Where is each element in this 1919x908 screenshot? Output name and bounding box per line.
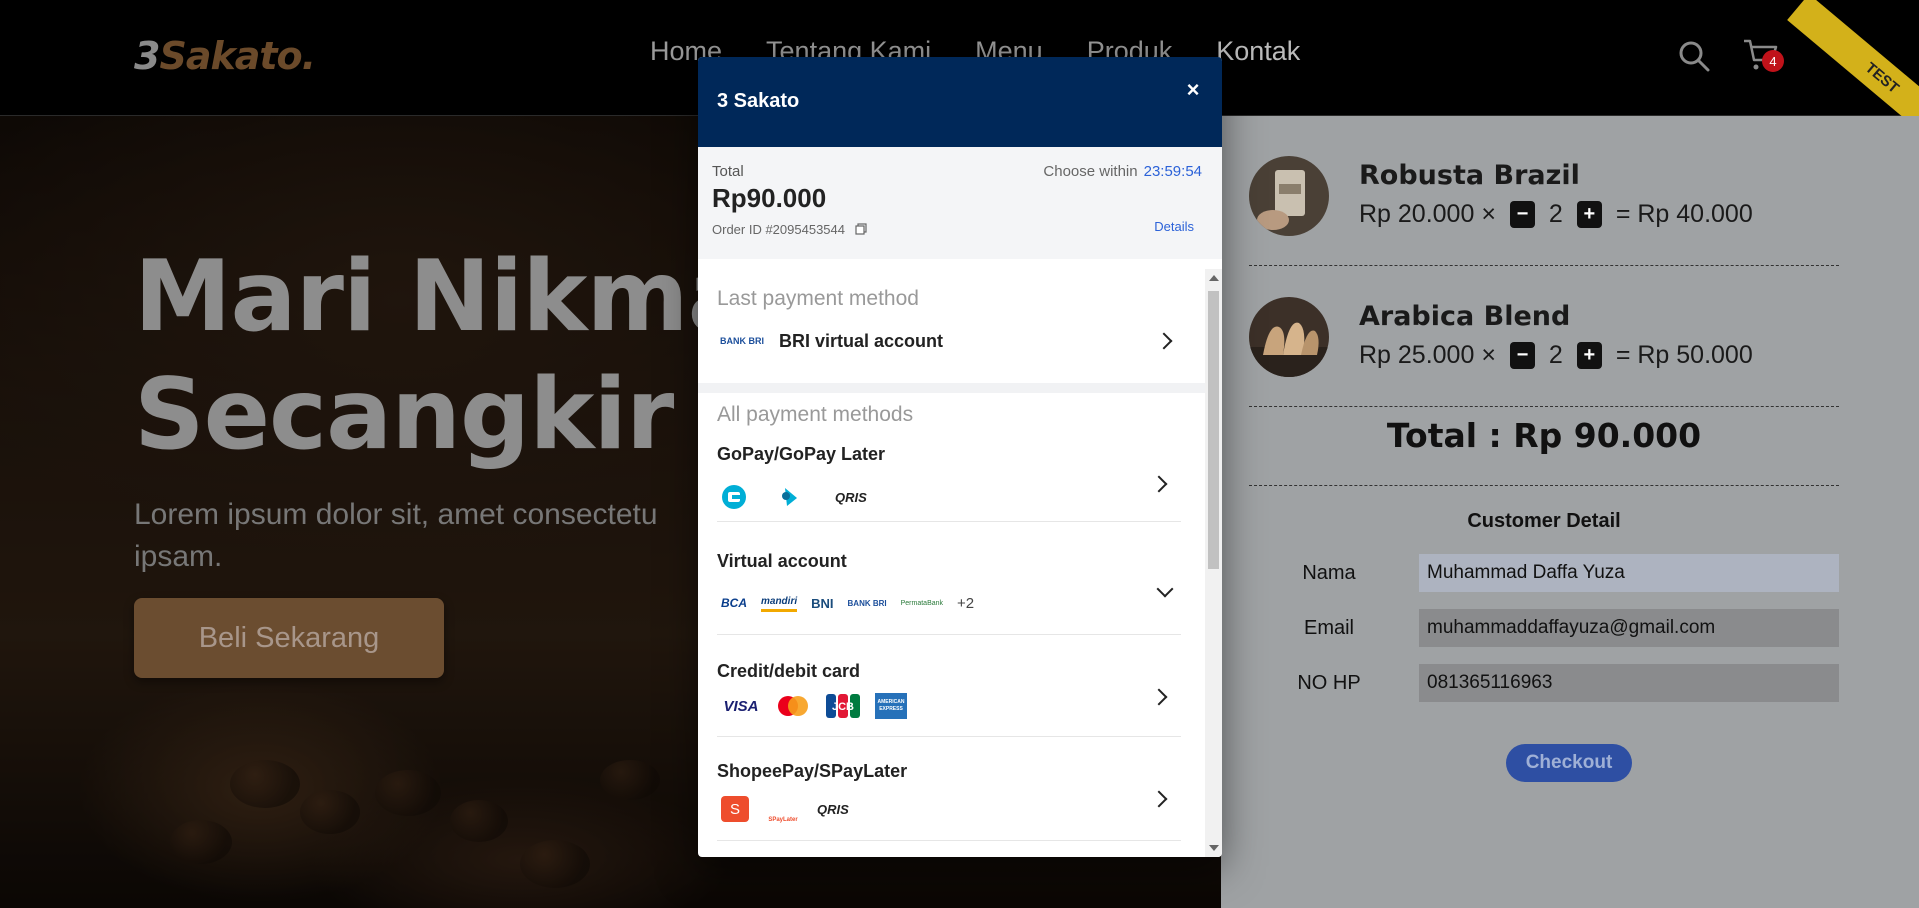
product-name: Arabica Blend <box>1359 301 1571 332</box>
spaylater-logo-icon: SPayLater <box>768 817 798 823</box>
shopeepay-logo-icon: S <box>721 796 749 822</box>
product-image <box>1249 156 1329 236</box>
test-ribbon: TEST <box>1769 0 1919 120</box>
chevron-right-icon <box>1150 475 1168 493</box>
chevron-right-icon <box>1150 790 1168 808</box>
payment-modal: 3 Sakato × Total Rp90.000 Order ID #2095… <box>698 57 1222 857</box>
payment-method-virtual-account[interactable]: Virtual account BCA mandiri BNI BANK BRI… <box>717 551 1181 635</box>
product-qty: 2 <box>1548 200 1563 228</box>
payment-method-card[interactable]: Credit/debit card VISA JCB AMERICAN EXPR… <box>717 661 1181 737</box>
product-price-line: Rp 20.000 × − 2 + = Rp 40.000 <box>1359 200 1753 229</box>
mastercard-logo-icon <box>778 696 808 716</box>
name-field-row: Nama <box>1249 554 1839 594</box>
bri-logo-icon: BANK BRI <box>720 336 764 346</box>
payment-logos: QRIS <box>721 484 867 510</box>
decrease-qty-button[interactable]: − <box>1509 342 1535 369</box>
total-amount: Rp90.000 <box>712 183 827 213</box>
order-id: Order ID #2095453544 <box>712 222 867 237</box>
phone-field-row: NO HP <box>1249 664 1839 704</box>
nav-link-kontak[interactable]: Kontak <box>1216 36 1300 67</box>
modal-header: 3 Sakato × <box>698 57 1222 147</box>
hero-title: Mari Nikma Secangkir K <box>134 238 782 474</box>
payment-logos: VISA JCB AMERICAN EXPRESS <box>721 693 907 719</box>
visa-logo-icon: VISA <box>723 697 759 715</box>
payment-method-name: Credit/debit card <box>717 661 861 681</box>
product-price-line: Rp 25.000 × − 2 + = Rp 50.000 <box>1359 341 1753 370</box>
product-image <box>1249 297 1329 377</box>
qris-logo-icon: QRIS <box>817 801 849 817</box>
product-name: Robusta Brazil <box>1359 160 1580 191</box>
beli-sekarang-button[interactable]: Beli Sekarang <box>134 598 444 678</box>
permata-logo-icon: PermataBank <box>900 599 944 607</box>
countdown-timer: 23:59:54 <box>1143 163 1202 180</box>
payment-methods-list: Last payment method BANK BRI BRI virtual… <box>698 269 1205 857</box>
payment-logos: S SPayLater QRIS <box>721 795 849 823</box>
decrease-qty-button[interactable]: − <box>1509 201 1535 228</box>
product-subtotal: = Rp 50.000 <box>1615 341 1753 369</box>
total-label: Total <box>712 163 744 180</box>
name-input[interactable] <box>1419 554 1839 592</box>
customer-detail-title: Customer Detail <box>1467 510 1621 532</box>
merchant-name: 3 Sakato <box>717 90 800 112</box>
increase-qty-button[interactable]: + <box>1576 342 1602 369</box>
site-logo[interactable]: 3Sakato. <box>134 34 316 78</box>
search-icon[interactable] <box>1678 40 1710 72</box>
bni-logo-icon: BNI <box>811 595 834 611</box>
bca-logo-icon: BCA <box>721 596 747 610</box>
phone-input[interactable] <box>1419 664 1839 702</box>
chevron-down-icon <box>1156 580 1174 598</box>
cart-item: Arabica Blend Rp 25.000 × − 2 + = Rp 50.… <box>1249 297 1839 407</box>
scroll-up-icon[interactable] <box>1209 275 1219 281</box>
hero-title-line1: Mari Nikma <box>134 240 754 354</box>
scrollbar-thumb[interactable] <box>1208 291 1219 569</box>
email-input[interactable] <box>1419 609 1839 647</box>
last-payment-name: BRI virtual account <box>779 330 944 351</box>
last-payment-title: Last payment method <box>717 287 919 310</box>
amex-logo-icon: AMERICAN EXPRESS <box>875 693 907 719</box>
payment-method-shopeepay[interactable]: ShopeePay/SPayLater S SPayLater QRIS <box>717 761 1181 841</box>
hero-title-line2: Secangkir K <box>134 358 782 472</box>
bri-logo-icon: BANK BRI <box>847 598 887 608</box>
chevron-right-icon <box>1155 332 1173 350</box>
payment-method-name: Virtual account <box>717 551 847 571</box>
close-icon[interactable]: × <box>1178 75 1208 105</box>
gopay-icon <box>722 485 746 509</box>
payment-logos: BCA mandiri BNI BANK BRI PermataBank +2 <box>721 591 974 615</box>
checkout-button[interactable]: Checkout <box>1506 744 1632 782</box>
section-divider <box>698 383 1205 393</box>
email-field-row: Email <box>1249 609 1839 649</box>
divider <box>1249 485 1839 486</box>
cart-total: Total : Rp 90.000 <box>1386 416 1702 455</box>
increase-qty-button[interactable]: + <box>1576 201 1602 228</box>
order-summary: Total Rp90.000 Order ID #2095453544 Choo… <box>698 147 1222 259</box>
details-link[interactable]: Details <box>1154 219 1194 234</box>
cart-item: Robusta Brazil Rp 20.000 × − 2 + = Rp 40… <box>1249 156 1839 266</box>
payment-method-gopay[interactable]: GoPay/GoPay Later QRIS <box>717 444 1181 522</box>
scroll-down-icon[interactable] <box>1209 845 1219 851</box>
modal-scrollbar[interactable] <box>1205 269 1222 857</box>
jcb-logo-icon: JCB <box>826 694 860 718</box>
last-payment-method[interactable]: BANK BRI BRI virtual account <box>717 319 1187 363</box>
test-ribbon-label: TEST <box>1787 0 1919 120</box>
email-label: Email <box>1303 617 1354 639</box>
more-banks-count: +2 <box>957 594 975 612</box>
payment-method-name: ShopeePay/SPayLater <box>717 761 908 781</box>
copy-icon[interactable] <box>855 223 867 235</box>
name-label: Nama <box>1302 562 1356 584</box>
all-payment-title: All payment methods <box>717 403 914 426</box>
phone-label: NO HP <box>1297 672 1361 694</box>
payment-method-name: GoPay/GoPay Later <box>717 444 886 464</box>
gopay-later-icon <box>782 488 797 506</box>
chevron-right-icon <box>1150 688 1168 706</box>
mandiri-logo-icon: mandiri <box>761 594 798 612</box>
product-qty: 2 <box>1548 341 1563 369</box>
product-subtotal: = Rp 40.000 <box>1615 200 1753 228</box>
product-price: Rp 20.000 × <box>1359 200 1496 228</box>
countdown: Choose within 23:59:54 <box>1043 163 1202 180</box>
svg-text:JCB: JCB <box>832 701 854 713</box>
qris-logo-icon: QRIS <box>835 489 867 505</box>
product-price: Rp 25.000 × <box>1359 341 1496 369</box>
shopping-cart-panel: Robusta Brazil Rp 20.000 × − 2 + = Rp 40… <box>1221 116 1919 908</box>
